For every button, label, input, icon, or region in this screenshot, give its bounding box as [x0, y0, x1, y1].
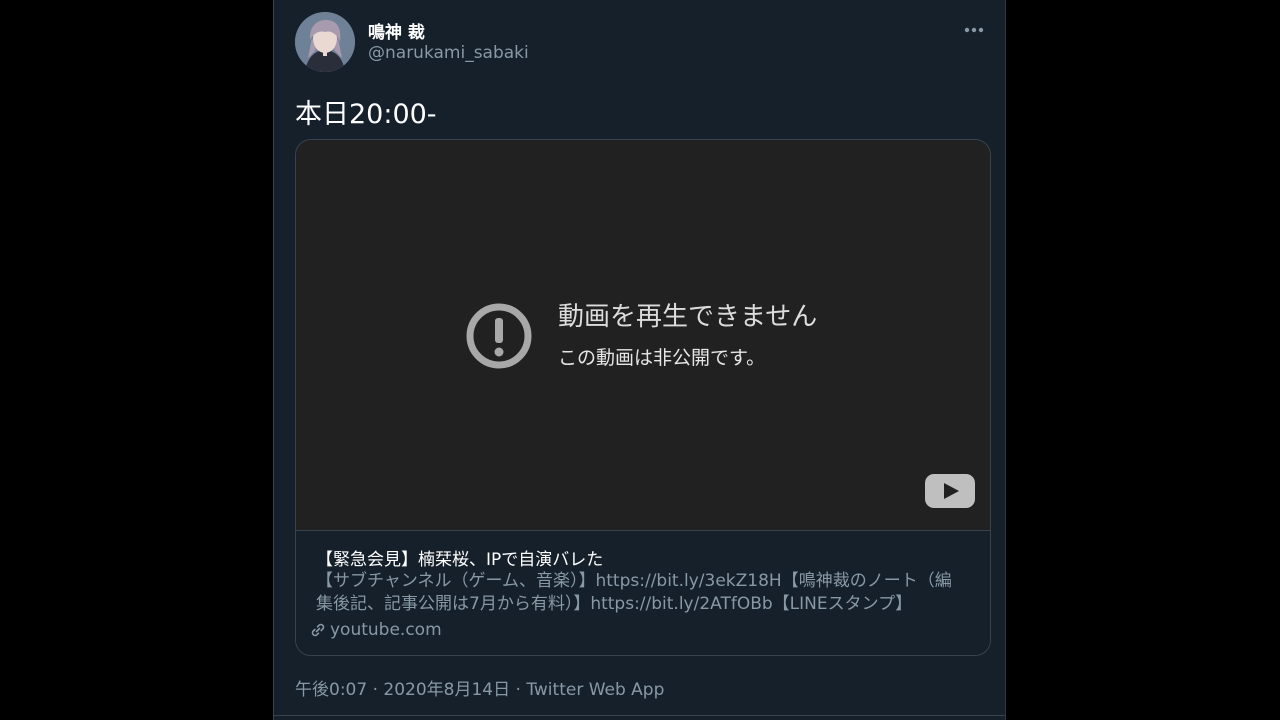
author-display-name[interactable]: 鳴神 裁: [368, 18, 425, 43]
link-icon: [311, 623, 325, 637]
tweet-metadata: 午後0:07 · 2020年8月14日 · Twitter Web App: [295, 675, 664, 700]
exclamation-circle-icon: [466, 303, 532, 369]
more-options-button[interactable]: [960, 16, 988, 44]
youtube-logo-icon[interactable]: [924, 473, 976, 509]
player-error-title: 動画を再生できません: [558, 302, 818, 332]
card-domain-text: youtube.com: [330, 620, 442, 640]
author-handle[interactable]: @narukami_sabaki: [368, 43, 529, 63]
tweet-source[interactable]: Twitter Web App: [526, 680, 664, 700]
card-description: 【サブチャンネル（ゲーム、音楽）】https://bit.ly/3ekZ18H【…: [316, 571, 952, 614]
link-card[interactable]: 動画を再生できません この動画は非公開です。 【緊急会見】楠栞桜、IPで自演バレ…: [295, 139, 991, 656]
metadata-separator: ·: [510, 680, 527, 700]
avatar[interactable]: [295, 12, 355, 72]
tweet-timestamp[interactable]: 午後0:07 · 2020年8月14日: [295, 680, 510, 700]
card-title: 【緊急会見】楠栞桜、IPで自演バレた: [316, 550, 604, 570]
divider: [274, 715, 1005, 716]
card-details[interactable]: 【緊急会見】楠栞桜、IPで自演バレた 【サブチャンネル（ゲーム、音楽）】http…: [296, 530, 990, 655]
player-error-message: この動画は非公開です。: [558, 347, 766, 369]
video-player[interactable]: 動画を再生できません この動画は非公開です。: [296, 140, 990, 530]
tweet-text: 本日20:00-: [295, 99, 437, 130]
more-horizontal-icon: [964, 27, 984, 33]
tweet-detail-column: 鳴神 裁 @narukami_sabaki 本日20:00- 動画を再生できませ…: [273, 0, 1006, 720]
card-domain: youtube.com: [310, 620, 442, 640]
